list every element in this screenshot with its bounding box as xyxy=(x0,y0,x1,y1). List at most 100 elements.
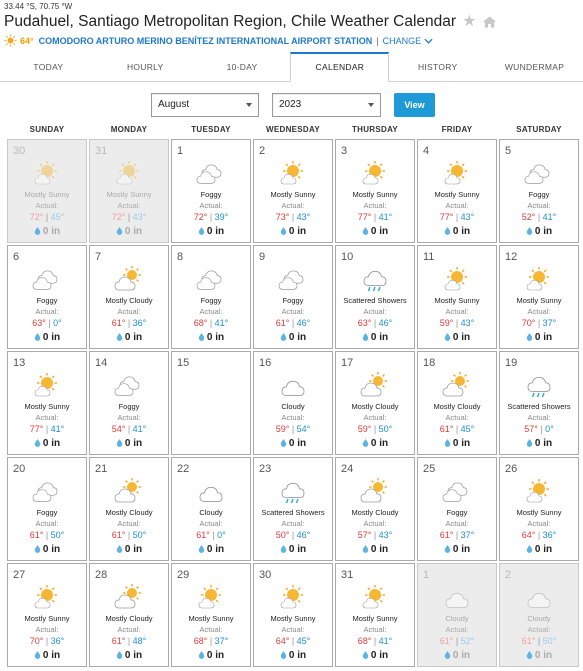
showers-weather-icon xyxy=(281,482,305,504)
station-link[interactable]: COMODORO ARTURO MERINO BENÍTEZ INTERNATI… xyxy=(39,36,373,46)
calendar-day-cell[interactable]: 20 Foggy Actual: 61° | 50° 0 in xyxy=(7,457,87,561)
low-temp: 50° xyxy=(378,424,393,434)
calendar-day-cell[interactable]: 14 Foggy Actual: 54° | 41° 0 in xyxy=(89,351,169,455)
raindrop-icon xyxy=(34,227,41,235)
precipitation: 0 in xyxy=(336,438,414,449)
day-number: 8 xyxy=(177,251,184,263)
temp-separator: | xyxy=(535,318,543,328)
actual-label: Actual: xyxy=(363,201,387,210)
precip-value: 0 xyxy=(370,438,377,449)
precipitation: 0 in xyxy=(336,650,414,661)
precip-value: 0 xyxy=(534,226,541,237)
day-number: 2 xyxy=(259,145,266,157)
low-temp: 52° xyxy=(460,636,475,646)
temperature-range: 61° | 50° xyxy=(90,530,168,540)
view-button[interactable]: View xyxy=(394,93,435,117)
precipitation: 0 in xyxy=(8,650,86,661)
calendar-day-cell[interactable]: 22 Cloudy Actual: 61° | 0° 0 in xyxy=(171,457,251,561)
calendar-day-cell[interactable]: 26 Mostly Sunny Actual: 64° | 36° 0 in xyxy=(499,457,579,561)
precip-unit: in xyxy=(297,438,307,449)
calendar-day-cell[interactable]: 31 Mostly Sunny Actual: 72° | 43° 0 in xyxy=(89,139,169,243)
calendar-day-cell[interactable]: 7 Mostly Cloudy Actual: 61° | 36° 0 in xyxy=(89,245,169,349)
calendar-day-cell[interactable]: 15 xyxy=(171,351,251,455)
home-icon[interactable] xyxy=(482,15,497,29)
calendar-day-cell[interactable]: 28 Mostly Cloudy Actual: 61° | 48° 0 in xyxy=(89,563,169,667)
calendar-day-cell[interactable]: 29 Mostly Sunny Actual: 68° | 37° 0 in xyxy=(171,563,251,667)
precipitation: 0 in xyxy=(500,544,578,555)
precip-unit: in xyxy=(297,544,307,555)
year-select[interactable]: 2023 xyxy=(272,93,381,117)
calendar-day-cell[interactable]: 17 Mostly Cloudy Actual: 59° | 50° 0 in xyxy=(335,351,415,455)
precipitation: 0 in xyxy=(254,226,332,237)
favorite-star-icon[interactable]: ★ xyxy=(462,14,476,30)
tab-history[interactable]: HISTORY xyxy=(389,52,486,81)
condition-label: Mostly Sunny xyxy=(24,402,70,411)
temperature-range: 61° | 48° xyxy=(90,636,168,646)
temp-separator: | xyxy=(289,636,297,646)
calendar-day-cell[interactable]: 9 Foggy Actual: 61° | 46° 0 in xyxy=(253,245,333,349)
precipitation: 0 in xyxy=(418,650,496,661)
calendar-day-cell[interactable]: 2 Cloudy Actual: 61° | 50° 0 in xyxy=(499,563,579,667)
calendar-day-cell[interactable]: 13 Mostly Sunny Actual: 77° | 41° 0 in xyxy=(7,351,87,455)
condition-label: Foggy xyxy=(200,190,222,199)
calendar-day-cell[interactable]: 11 Mostly Sunny Actual: 59° | 43° 0 in xyxy=(417,245,497,349)
temp-separator: | xyxy=(289,212,297,222)
calendar-day-cell[interactable]: 1 Foggy Actual: 72° | 39° 0 in xyxy=(171,139,251,243)
high-temp: 61° xyxy=(29,530,44,540)
precip-value: 0 xyxy=(288,650,295,661)
calendar-day-cell[interactable]: 31 Mostly Sunny Actual: 68° | 41° 0 in xyxy=(335,563,415,667)
tab-calendar[interactable]: CALENDAR xyxy=(290,52,390,82)
precipitation: 0 in xyxy=(172,226,250,237)
calendar-day-cell[interactable]: 24 Mostly Cloudy Actual: 57° | 43° 0 in xyxy=(335,457,415,561)
tab-today[interactable]: TODAY xyxy=(0,52,97,81)
low-temp: 45° xyxy=(50,212,65,222)
calendar-day-cell[interactable]: 16 Cloudy Actual: 59° | 54° 0 in xyxy=(253,351,333,455)
low-temp: 45° xyxy=(296,636,311,646)
calendar-day-cell[interactable]: 12 Mostly Sunny Actual: 70° | 37° 0 in xyxy=(499,245,579,349)
calendar-day-cell[interactable]: 30 Mostly Sunny Actual: 72° | 45° 0 in xyxy=(7,139,87,243)
calendar-day-cell[interactable]: 18 Mostly Cloudy Actual: 61° | 45° 0 in xyxy=(417,351,497,455)
calendar-day-cell[interactable]: 21 Mostly Cloudy Actual: 61° | 50° 0 in xyxy=(89,457,169,561)
calendar-day-cell[interactable]: 30 Mostly Sunny Actual: 64° | 45° 0 in xyxy=(253,563,333,667)
precip-value: 0 xyxy=(124,332,131,343)
raindrop-icon xyxy=(34,651,41,659)
day-number: 23 xyxy=(259,463,272,475)
change-station-button[interactable]: CHANGE xyxy=(383,36,422,46)
weekday-label: TUESDAY xyxy=(191,125,231,134)
temp-separator: | xyxy=(453,636,461,646)
calendar-day-cell[interactable]: 3 Mostly Sunny Actual: 77° | 41° 0 in xyxy=(335,139,415,243)
calendar-day-cell[interactable]: 19 Scattered Showers Actual: 57° | 0° 0 in xyxy=(499,351,579,455)
condition-label: Mostly Cloudy xyxy=(105,508,153,517)
calendar-day-cell[interactable]: 10 Scattered Showers Actual: 63° | 46° 0 in xyxy=(335,245,415,349)
low-temp: 36° xyxy=(542,530,557,540)
precipitation: 0 in xyxy=(418,438,496,449)
chevron-down-icon[interactable] xyxy=(424,38,433,44)
calendar-day-cell[interactable]: 4 Mostly Sunny Actual: 77° | 43° 0 in xyxy=(417,139,497,243)
tab-10-day[interactable]: 10-DAY xyxy=(194,52,291,81)
calendar-day-cell[interactable]: 23 Scattered Showers Actual: 50° | 46° 0 in xyxy=(253,457,333,561)
calendar-day-cell[interactable]: 25 Foggy Actual: 61° | 37° 0 in xyxy=(417,457,497,561)
condition-label: Scattered Showers xyxy=(261,508,325,517)
calendar-day-cell[interactable]: 5 Foggy Actual: 52° | 41° 0 in xyxy=(499,139,579,243)
month-select[interactable]: August xyxy=(151,93,259,117)
tab-hourly[interactable]: HOURLY xyxy=(97,52,194,81)
condition-label: Mostly Cloudy xyxy=(433,402,481,411)
actual-label: Actual: xyxy=(281,201,305,210)
calendar-day-cell[interactable]: 27 Mostly Sunny Actual: 70° | 36° 0 in xyxy=(7,563,87,667)
temperature-range: 63° | 46° xyxy=(336,318,414,328)
calendar-day-cell[interactable]: 8 Foggy Actual: 68° | 41° 0 in xyxy=(171,245,251,349)
calendar-day-cell[interactable]: 2 Mostly Sunny Actual: 73° | 43° 0 in xyxy=(253,139,333,243)
high-temp: 59° xyxy=(357,424,372,434)
condition-label: Cloudy xyxy=(445,614,469,623)
raindrop-icon xyxy=(444,439,451,447)
temperature-range: 68° | 41° xyxy=(172,318,250,328)
precip-unit: in xyxy=(461,226,471,237)
temp-separator: | xyxy=(125,530,133,540)
condition-label: Foggy xyxy=(36,508,58,517)
calendar-day-cell[interactable]: 1 Cloudy Actual: 61° | 52° 0 in xyxy=(417,563,497,667)
precip-value: 0 xyxy=(370,650,377,661)
actual-label: Actual: xyxy=(363,625,387,634)
temp-separator: | xyxy=(371,318,379,328)
calendar-day-cell[interactable]: 6 Foggy Actual: 63° | 0° 0 in xyxy=(7,245,87,349)
tab-wundermap[interactable]: WUNDERMAP xyxy=(486,52,583,81)
